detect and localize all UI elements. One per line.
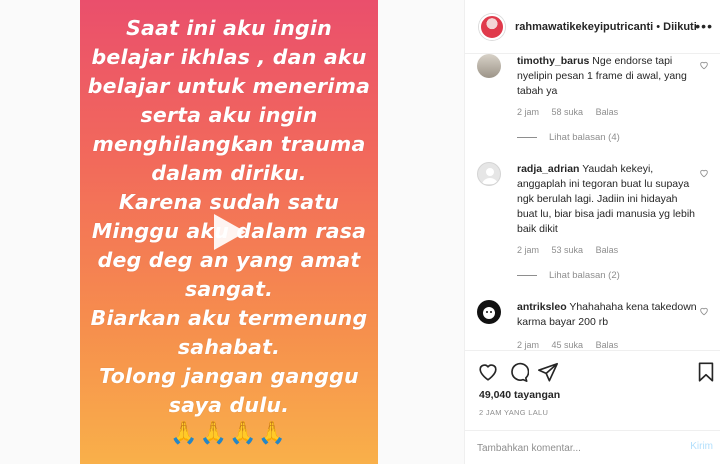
post-actions: 49,040 tayangan 2 JAM YANG LALU <box>465 350 720 430</box>
comment-time[interactable]: 2 jam <box>517 340 539 350</box>
default-user-icon <box>482 168 498 184</box>
comment-meta: 2 jam 45 suka Balas <box>517 340 628 350</box>
comment-likes[interactable]: 58 suka <box>552 107 584 117</box>
avatar[interactable] <box>477 162 501 186</box>
story-line: menghilangkan trauma <box>92 132 366 156</box>
add-comment-bar: Kirim <box>465 430 720 464</box>
comment-username[interactable]: antriksleo <box>517 301 567 313</box>
comment-time[interactable]: 2 jam <box>517 107 539 117</box>
divider <box>517 274 537 276</box>
play-icon[interactable] <box>204 208 252 256</box>
author-username[interactable]: rahmawatikekeyiputricanti <box>515 21 653 33</box>
story-line: saya dulu. <box>168 393 290 417</box>
comment-username[interactable]: radja_adrian <box>517 163 579 175</box>
avatar-face-icon <box>483 307 495 319</box>
save-bookmark-icon[interactable] <box>695 361 717 383</box>
view-replies-button[interactable]: Lihat balasan (4) <box>517 132 620 143</box>
post-timestamp: 2 JAM YANG LALU <box>479 408 549 417</box>
comment-item: antriksleo Yhahahaha kena takedown karma… <box>477 300 713 350</box>
follow-status-button[interactable]: Diikuti <box>663 21 697 33</box>
comment-likes[interactable]: 53 suka <box>552 245 584 255</box>
story-line: serta aku ingin <box>140 103 318 127</box>
view-count[interactable]: 49,040 tayangan <box>479 389 560 401</box>
post-header: rahmawatikekeyiputricanti • Diikuti ••• <box>465 0 720 54</box>
avatar[interactable] <box>477 300 501 324</box>
view-replies-label: Lihat balasan (2) <box>549 270 620 281</box>
comment-body: timothy_barus Nge endorse tapi nyelipin … <box>517 54 697 99</box>
like-heart-icon[interactable] <box>699 306 709 316</box>
reply-button[interactable]: Balas <box>596 245 619 255</box>
story-line: Biarkan aku termenung <box>90 306 368 330</box>
like-heart-icon[interactable] <box>477 361 499 383</box>
view-replies-button[interactable]: Lihat balasan (2) <box>517 270 620 281</box>
story-line: Saat ini aku ingin <box>126 16 332 40</box>
view-replies-label: Lihat balasan (4) <box>549 132 620 143</box>
comment-body: radja_adrian Yaudah kekeyi, anggaplah in… <box>517 162 697 237</box>
separator-dot: • <box>656 21 661 33</box>
post-author: rahmawatikekeyiputricanti • Diikuti <box>515 21 697 33</box>
reply-button[interactable]: Balas <box>596 340 619 350</box>
comment-username[interactable]: timothy_barus <box>517 55 589 67</box>
comment-bubble-icon[interactable] <box>507 361 529 383</box>
story-line: Tolong jangan ganggu <box>99 364 359 388</box>
like-heart-icon[interactable] <box>699 60 709 70</box>
divider <box>517 136 537 138</box>
comment-input[interactable] <box>477 439 677 457</box>
comment-likes[interactable]: 45 suka <box>552 340 584 350</box>
post-sidebar: rahmawatikekeyiputricanti • Diikuti ••• … <box>464 0 720 464</box>
media-panel: Saat ini aku ingin belajar ikhlas , dan … <box>0 0 464 464</box>
instagram-post-view: Saat ini aku ingin belajar ikhlas , dan … <box>0 0 720 464</box>
comment-meta: 2 jam 53 suka Balas <box>517 245 628 255</box>
story-line: sahabat. <box>177 335 281 359</box>
comment-body: antriksleo Yhahahaha kena takedown karma… <box>517 300 697 330</box>
comment-item: timothy_barus Nge endorse tapi nyelipin … <box>477 54 713 154</box>
story-line: belajar untuk menerima <box>87 74 371 98</box>
story-line: sangat. <box>184 277 274 301</box>
avatar[interactable] <box>477 54 501 78</box>
comment-time[interactable]: 2 jam <box>517 245 539 255</box>
post-comment-button[interactable]: Kirim <box>690 441 713 452</box>
story-line: belajar ikhlas , dan aku <box>91 45 367 69</box>
praying-hands-emoji: 🙏🙏🙏🙏 <box>170 420 288 445</box>
share-send-icon[interactable] <box>537 361 559 383</box>
comment-item: radja_adrian Yaudah kekeyi, anggaplah in… <box>477 162 713 292</box>
story-line: dalam diriku. <box>151 161 307 185</box>
reply-button[interactable]: Balas <box>596 107 619 117</box>
like-heart-icon[interactable] <box>699 168 709 178</box>
comment-meta: 2 jam 58 suka Balas <box>517 107 628 117</box>
more-options-icon[interactable]: ••• <box>695 18 713 34</box>
comments-list: timothy_barus Nge endorse tapi nyelipin … <box>465 54 720 350</box>
avatar[interactable] <box>479 14 505 40</box>
